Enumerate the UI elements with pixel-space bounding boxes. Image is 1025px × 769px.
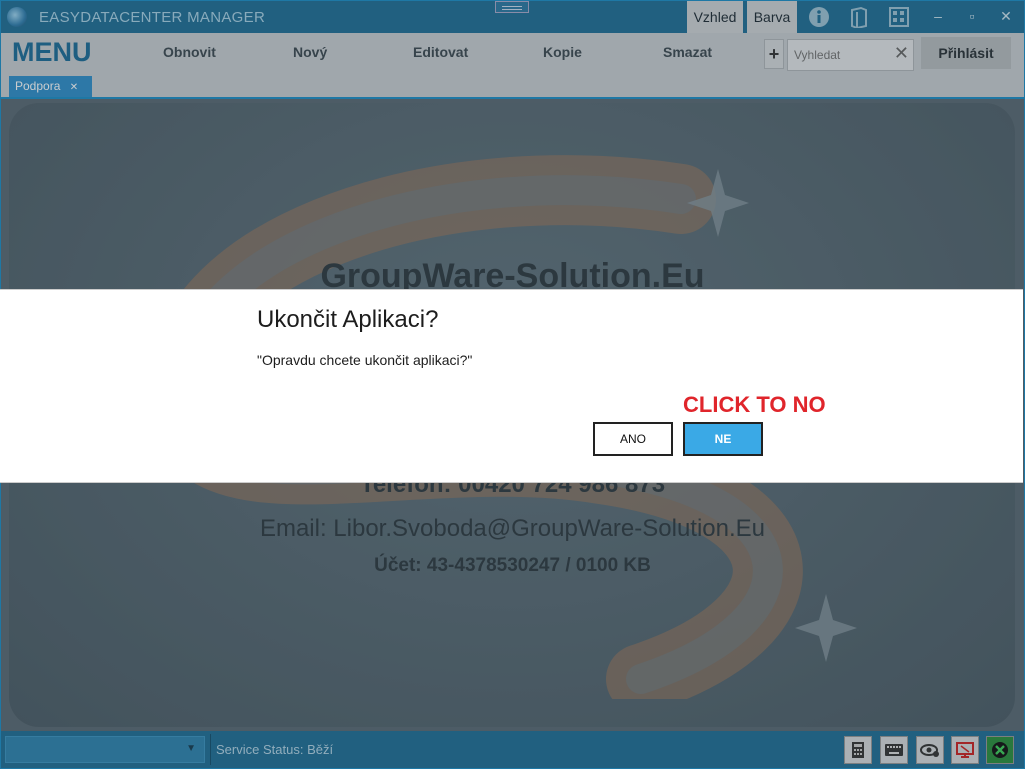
yes-button[interactable]: ANO — [593, 422, 673, 456]
dialog-title: Ukončit Aplikaci? — [257, 306, 439, 333]
no-button[interactable]: NE — [683, 422, 763, 456]
exit-dialog: Ukončit Aplikaci? "Opravdu chcete ukonči… — [0, 289, 1023, 483]
dialog-message: "Opravdu chcete ukončit aplikaci?" — [257, 352, 473, 368]
click-hint-annotation: CLICK TO NO — [683, 392, 826, 417]
